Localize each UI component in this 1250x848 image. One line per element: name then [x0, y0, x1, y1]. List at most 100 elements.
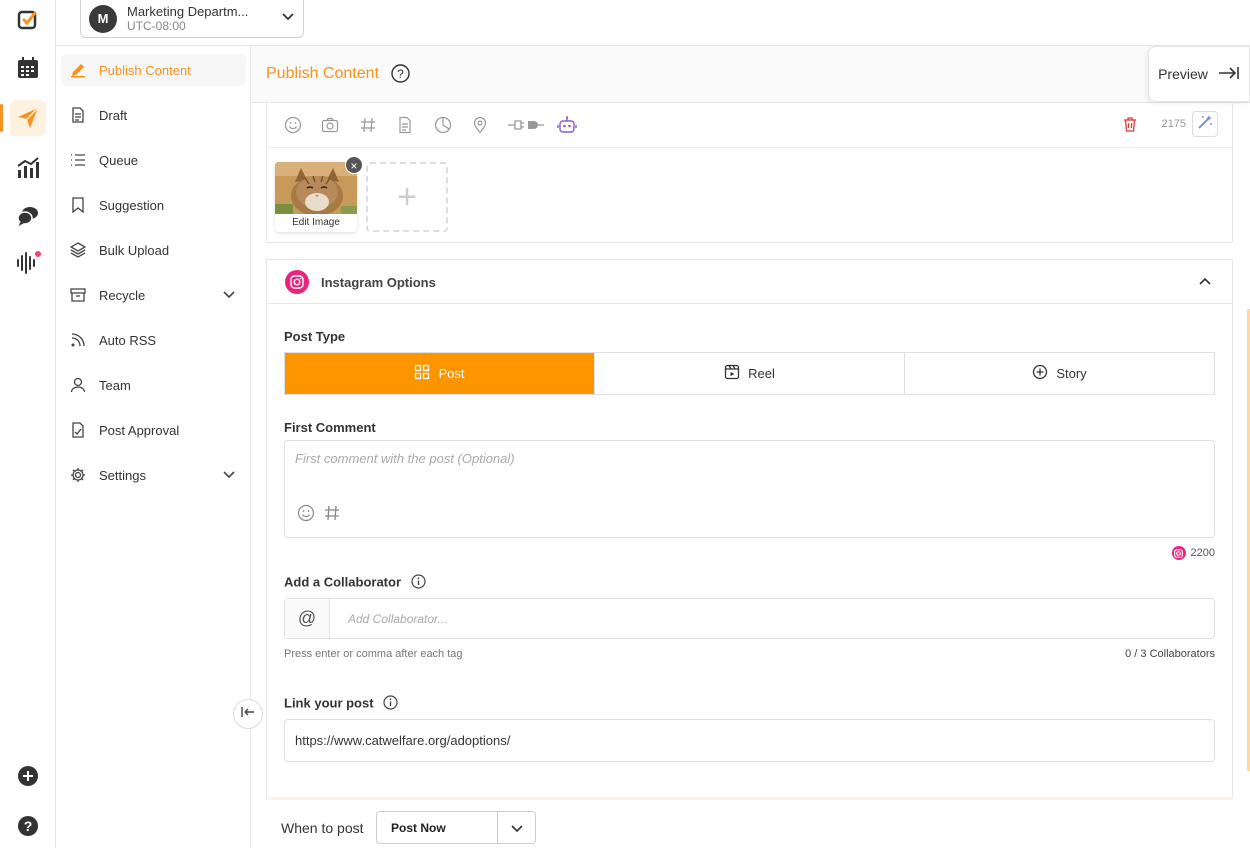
when-to-post-select[interactable]: Post Now	[376, 811, 536, 844]
sidebar-item-queue[interactable]: Queue	[61, 144, 246, 176]
instagram-options-header[interactable]: Instagram Options	[267, 260, 1232, 304]
sidebar-item-label: Team	[99, 377, 131, 393]
chat-icon[interactable]	[10, 198, 46, 234]
preview-label: Preview	[1158, 66, 1208, 82]
remove-media-button[interactable]: ×	[345, 156, 363, 174]
top-bar: M Marketing Departm... UTC-08:00	[56, 0, 1250, 46]
preview-button[interactable]: Preview	[1148, 46, 1250, 102]
workspace-selector[interactable]: M Marketing Departm... UTC-08:00	[80, 0, 304, 38]
link-input[interactable]	[285, 720, 1214, 761]
help-circle-icon[interactable]: ?	[391, 64, 410, 88]
help-icon[interactable]: ?	[10, 808, 46, 844]
page-title: Publish Content	[266, 65, 379, 82]
sidebar-item-label: Queue	[99, 152, 139, 168]
editor-toolbar: 2175	[267, 102, 1232, 148]
robot-icon[interactable]	[557, 115, 577, 135]
post-type-post[interactable]: Post	[285, 353, 595, 394]
chevron-down-icon	[222, 287, 236, 304]
link-field	[284, 719, 1215, 762]
instagram-icon	[285, 270, 309, 294]
add-icon[interactable]	[10, 758, 46, 794]
post-type-label-text: Story	[1056, 366, 1087, 381]
camera-icon[interactable]	[320, 115, 340, 135]
sidebar-item-label: Settings	[99, 467, 146, 483]
hashtag-icon[interactable]	[358, 115, 378, 135]
hashtag-icon[interactable]	[323, 504, 341, 527]
post-type-reel[interactable]: Reel	[595, 353, 905, 394]
document-icon[interactable]	[395, 115, 415, 135]
sidebar-item-settings[interactable]: Settings	[61, 459, 246, 491]
edit-image-label[interactable]: Edit Image	[275, 214, 357, 232]
svg-text:?: ?	[397, 67, 404, 81]
trash-icon[interactable]	[1120, 114, 1140, 134]
emoji-icon[interactable]	[283, 115, 303, 135]
sidebar-item-label: Draft	[99, 107, 128, 123]
app-rail: ?	[0, 0, 56, 848]
sidebar-item-label: Auto RSS	[99, 332, 157, 348]
media-thumbnail[interactable]: Edit Image ×	[275, 156, 363, 232]
reel-icon	[724, 364, 740, 383]
emoji-icon[interactable]	[297, 504, 315, 527]
when-to-post-label: When to post	[281, 820, 364, 836]
document-icon	[69, 106, 87, 124]
sidebar-item-draft[interactable]: Draft	[61, 99, 246, 131]
pen-icon	[69, 61, 87, 79]
logo-icon[interactable]	[10, 2, 46, 38]
layers-icon	[69, 241, 87, 259]
sidebar-item-label: Suggestion	[99, 197, 165, 213]
sidebar-item-team[interactable]: Team	[61, 369, 246, 401]
add-media-button[interactable]: +	[366, 162, 448, 232]
workspace-timezone: UTC-08:00	[127, 19, 186, 34]
send-icon[interactable]	[0, 100, 46, 136]
sidebar-item-publish-content[interactable]: Publish Content	[61, 54, 246, 86]
sidebar-item-post-approval[interactable]: Post Approval	[61, 414, 246, 446]
character-count: 2175	[1161, 118, 1186, 130]
sidebar-item-bulk-upload[interactable]: Bulk Upload	[61, 234, 246, 266]
calendar-icon[interactable]	[10, 50, 46, 86]
arrow-right-bar-icon	[1218, 66, 1240, 83]
chart-icon[interactable]	[433, 115, 453, 135]
first-comment-input[interactable]	[295, 451, 1195, 501]
collaborator-label-row: Add a Collaborator	[284, 574, 426, 592]
post-type-selector: Post Reel Story	[284, 352, 1215, 395]
location-icon[interactable]	[470, 115, 490, 135]
sidebar: Publish Content Draft Queue Suggestion B…	[56, 46, 251, 848]
main-header: Publish Content ? Preview	[251, 46, 1250, 103]
sidebar-item-suggestion[interactable]: Suggestion	[61, 189, 246, 221]
chevron-up-icon[interactable]	[1198, 275, 1212, 294]
bookmark-icon	[69, 196, 87, 214]
rss-icon	[69, 331, 87, 349]
post-type-story[interactable]: Story	[905, 353, 1214, 394]
svg-text:?: ?	[24, 818, 33, 834]
collaborator-count: 0 / 3 Collaborators	[1125, 648, 1215, 660]
collaborator-hint: Press enter or comma after each tag	[284, 648, 463, 660]
sidebar-item-label: Bulk Upload	[99, 242, 170, 258]
plus-icon: +	[397, 177, 417, 216]
workspace-name: Marketing Departm...	[127, 3, 249, 19]
collaborator-field: @	[284, 598, 1215, 639]
approval-icon	[69, 421, 87, 439]
plus-circle-icon	[1032, 364, 1048, 383]
char-limit-value: 2200	[1190, 547, 1215, 559]
chevron-down-icon[interactable]	[497, 812, 535, 843]
link-label-row: Link your post	[284, 695, 398, 713]
collapse-left-icon	[241, 705, 255, 724]
post-type-label: Post Type	[284, 329, 346, 344]
collaborator-label: Add a Collaborator	[284, 574, 402, 590]
avatar: M	[89, 4, 117, 33]
listening-icon[interactable]	[10, 245, 46, 281]
instagram-options-card: Instagram Options Post Type Post Reel St…	[266, 259, 1234, 848]
chevron-down-icon	[281, 9, 295, 28]
plug-icon[interactable]	[507, 115, 545, 135]
ai-magic-button[interactable]	[1192, 111, 1218, 137]
info-icon[interactable]	[411, 574, 426, 592]
info-icon[interactable]	[383, 695, 398, 713]
link-label: Link your post	[284, 695, 374, 711]
sidebar-item-recycle[interactable]: Recycle	[61, 279, 246, 311]
post-type-label-text: Reel	[748, 366, 775, 381]
collaborator-input[interactable]	[330, 599, 1214, 638]
sidebar-item-auto-rss[interactable]: Auto RSS	[61, 324, 246, 356]
when-to-post-value: Post Now	[391, 820, 446, 835]
sidebar-collapse-button[interactable]	[233, 699, 263, 729]
analytics-icon[interactable]	[10, 150, 46, 186]
